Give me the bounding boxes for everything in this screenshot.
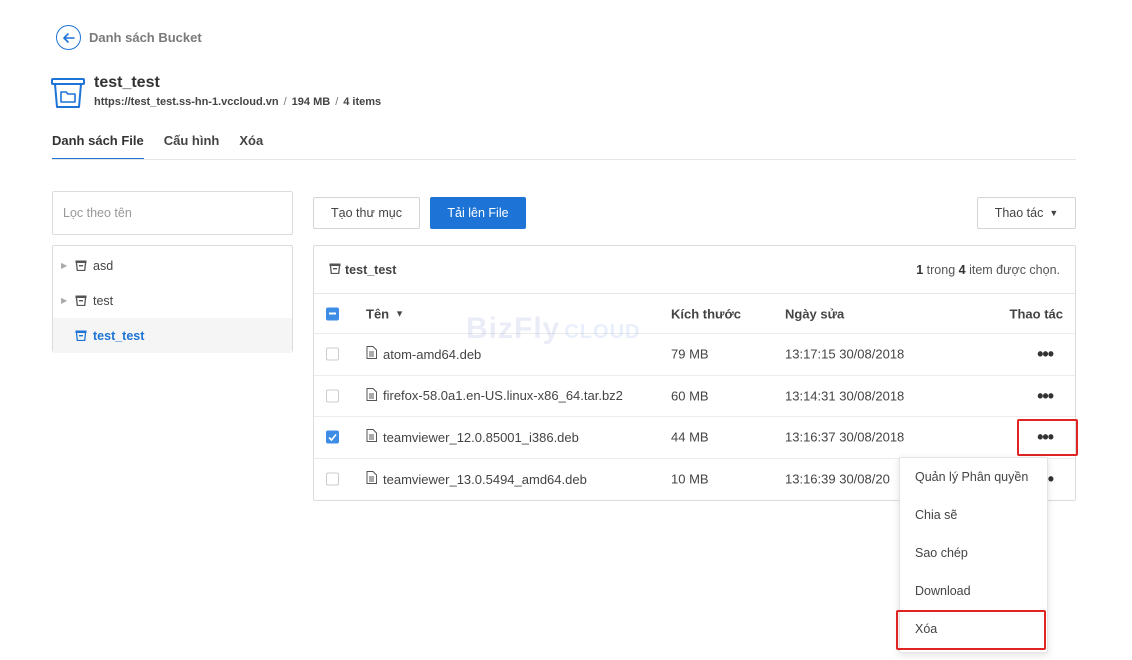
selection-suffix: item được chọn.	[969, 262, 1060, 277]
file-date: 13:16:37 30/08/2018	[785, 429, 905, 445]
tab-file-list[interactable]: Danh sách File	[52, 133, 144, 160]
tabs-divider	[52, 159, 1076, 160]
caret-down-icon: ▼	[1049, 208, 1059, 218]
file-size: 60 MB	[671, 388, 709, 404]
file-size: 44 MB	[671, 429, 709, 445]
selected-count: 1	[916, 262, 924, 277]
more-actions-icon[interactable]: •••	[1037, 387, 1054, 405]
row-checkbox[interactable]	[326, 430, 339, 444]
actions-label: Thao tác	[994, 206, 1044, 220]
tab-delete[interactable]: Xóa	[239, 133, 263, 160]
caret-right-icon[interactable]: ▶	[61, 296, 71, 305]
bucket-size: 194 MB	[291, 96, 331, 108]
tree-item-label: test	[93, 293, 114, 308]
tree-item-asd[interactable]: ▶ asd	[53, 248, 292, 283]
tab-config[interactable]: Cấu hình	[164, 133, 220, 160]
tree-item-label: asd	[93, 258, 114, 273]
menu-item-download[interactable]: Download	[900, 572, 1047, 610]
bucket-title: test_test	[94, 74, 160, 91]
new-folder-button[interactable]: Tạo thư mục	[313, 197, 420, 229]
bucket-items: 4 items	[343, 96, 382, 108]
menu-item-permissions[interactable]: Quản lý Phân quyền	[900, 458, 1047, 496]
more-actions-highlight	[1017, 419, 1078, 456]
total-count: 4	[958, 262, 966, 277]
bucket-url: https://test_test.ss-hn-1.vccloud.vn	[94, 96, 279, 108]
tree-item-test-test[interactable]: test_test	[53, 318, 292, 353]
sort-desc-icon: ▼	[395, 308, 405, 319]
table-row[interactable]: teamviewer_12.0.85001_i386.deb 44 MB 13:…	[314, 417, 1075, 459]
file-icon	[366, 429, 377, 445]
upload-file-button[interactable]: Tải lên File	[430, 197, 526, 229]
more-actions-icon[interactable]: •••	[1037, 345, 1054, 363]
file-date: 13:17:15 30/08/2018	[785, 346, 905, 362]
file-date: 13:14:31 30/08/2018	[785, 388, 905, 404]
panel-header: test_test 1 trong 4 item được chọn.	[314, 246, 1075, 294]
file-icon	[366, 471, 377, 487]
bucket-meta: https://test_test.ss-hn-1.vccloud.vn/194…	[94, 96, 382, 108]
bucket-icon	[51, 77, 85, 114]
column-size-header: Kích thước	[671, 306, 741, 321]
back-label: Danh sách Bucket	[89, 30, 202, 45]
menu-item-copy[interactable]: Sao chép	[900, 534, 1047, 572]
file-name: teamviewer_13.0.5494_amd64.deb	[383, 471, 587, 487]
bucket-icon	[75, 330, 87, 341]
delete-highlight	[896, 610, 1046, 650]
file-size: 79 MB	[671, 346, 709, 362]
table-row[interactable]: firefox-58.0a1.en-US.linux-x86_64.tar.bz…	[314, 376, 1075, 417]
file-name: teamviewer_12.0.85001_i386.deb	[383, 429, 579, 445]
file-icon	[366, 387, 377, 404]
file-name: atom-amd64.deb	[383, 346, 482, 362]
selection-status: 1 trong 4 item được chọn.	[916, 263, 1060, 277]
current-path: test_test	[329, 263, 396, 277]
bucket-icon	[75, 260, 87, 271]
row-checkbox[interactable]	[326, 347, 339, 361]
tab-bar: Danh sách File Cấu hình Xóa	[52, 133, 263, 160]
column-name-header[interactable]: Tên ▼	[366, 306, 404, 321]
row-checkbox[interactable]	[326, 389, 339, 403]
folder-tree: ▶ asd ▶ test test_test	[52, 245, 293, 353]
selection-mid: trong	[926, 262, 956, 277]
column-date-header: Ngày sửa	[785, 306, 845, 321]
current-path-label: test_test	[345, 262, 397, 277]
menu-item-share[interactable]: Chia sẽ	[900, 496, 1047, 534]
file-icon	[366, 346, 377, 362]
filter-input[interactable]	[52, 191, 293, 235]
table-row[interactable]: atom-amd64.deb 79 MB 13:17:15 30/08/2018…	[314, 334, 1075, 376]
actions-dropdown-button[interactable]: Thao tác ▼	[977, 197, 1076, 229]
back-to-bucket-list[interactable]: Danh sách Bucket	[56, 25, 202, 50]
table-header: Tên ▼ Kích thước Ngày sửa Thao tác	[314, 294, 1075, 334]
arrow-left-icon	[56, 25, 81, 50]
bucket-icon	[75, 295, 87, 306]
tree-item-test[interactable]: ▶ test	[53, 283, 292, 318]
select-all-checkbox[interactable]	[326, 307, 339, 320]
tree-item-label: test_test	[93, 328, 145, 343]
file-name: firefox-58.0a1.en-US.linux-x86_64.tar.bz…	[383, 388, 623, 404]
column-name-label: Tên	[366, 306, 390, 321]
file-size: 10 MB	[671, 471, 709, 487]
caret-right-icon[interactable]: ▶	[61, 261, 71, 270]
column-actions-header: Thao tác	[1009, 306, 1063, 321]
bucket-icon	[329, 263, 341, 277]
file-date: 13:16:39 30/08/20	[785, 471, 890, 487]
row-checkbox[interactable]	[326, 472, 339, 486]
